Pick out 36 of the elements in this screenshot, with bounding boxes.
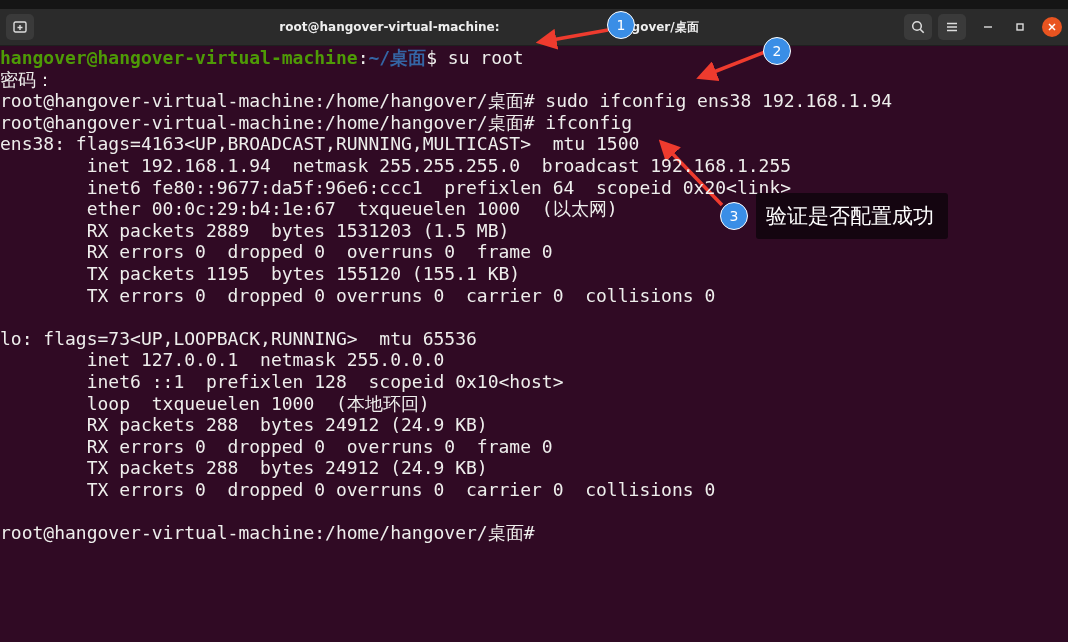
prompt-path: ~/桌面 [368,47,427,68]
step-badge: 3 [720,202,748,230]
terminal-line: lo: flags=73<UP,LOOPBACK,RUNNING> mtu 65536 [0,327,477,350]
new-tab-button[interactable] [6,14,34,40]
terminal-text: $ su root [426,47,524,68]
terminal-line: inet 127.0.0.1 netmask 255.0.0.0 [85,349,445,371]
window-title: root@hangover-virtual-machine: [279,19,500,34]
terminal-text: : [357,47,369,68]
terminal-line: TX errors 0 dropped 0 overruns 0 carrier 0 collisions 0 [85,478,716,501]
terminal-line: ether 00:0c:29:b4:1e:67 txqueuelen 1000 (以太网) [85,198,618,220]
terminal-line: 密码： [0,68,54,91]
menu-button[interactable] [938,14,966,40]
search-button[interactable] [904,14,932,40]
terminal-line: TX packets 288 bytes 24912 (24.9 KB) [85,457,488,479]
callout: 验证是否配置成功 [756,193,948,239]
arrow [696,50,766,81]
terminal-line: inet6 ::1 prefixlen 128 scopeid 0x10<host> [85,370,564,393]
terminal-line: RX errors 0 dropped 0 overruns 0 frame 0 [85,435,553,458]
terminal-line: RX packets 2889 bytes 1531203 (1.5 MB) [85,219,510,242]
terminal-line: RX packets 288 bytes 24912 (24.9 KB) [85,414,488,436]
close-icon [1048,23,1056,31]
minimize-icon [984,26,992,28]
terminal-line: TX packets 1195 bytes 155120 (155.1 KB) [85,262,521,285]
maximize-icon [1016,23,1024,31]
terminal-line: root@hangover-virtual-machine:/home/hangover/桌面# ifconfig [0,111,633,134]
terminal-line: loop txqueuelen 1000 (本地环回) [85,392,430,415]
terminal-line: RX errors 0 dropped 0 overruns 0 frame 0 [85,241,553,263]
terminal-line: ens38: flags=4163<UP,BROADCAST,RUNNING,MULTICAST> mtu 1500 [0,133,640,155]
terminal-line: root@hangover-virtual-machine:/home/hangover/桌面# sudo ifconfig ens38 192.168.1.94 [0,90,893,112]
prompt-user: hangover@hangover-virtual-machine [0,47,358,68]
close-button[interactable] [1042,17,1062,37]
plus-icon [13,21,27,33]
menu-icon [946,22,958,32]
search-icon [911,20,925,34]
terminal-line: root@hangover-virtual-machine:/home/hangover/桌面# [0,522,535,544]
terminal-line: TX errors 0 dropped 0 overruns 0 carrier 0 collisions 0 [85,284,716,307]
